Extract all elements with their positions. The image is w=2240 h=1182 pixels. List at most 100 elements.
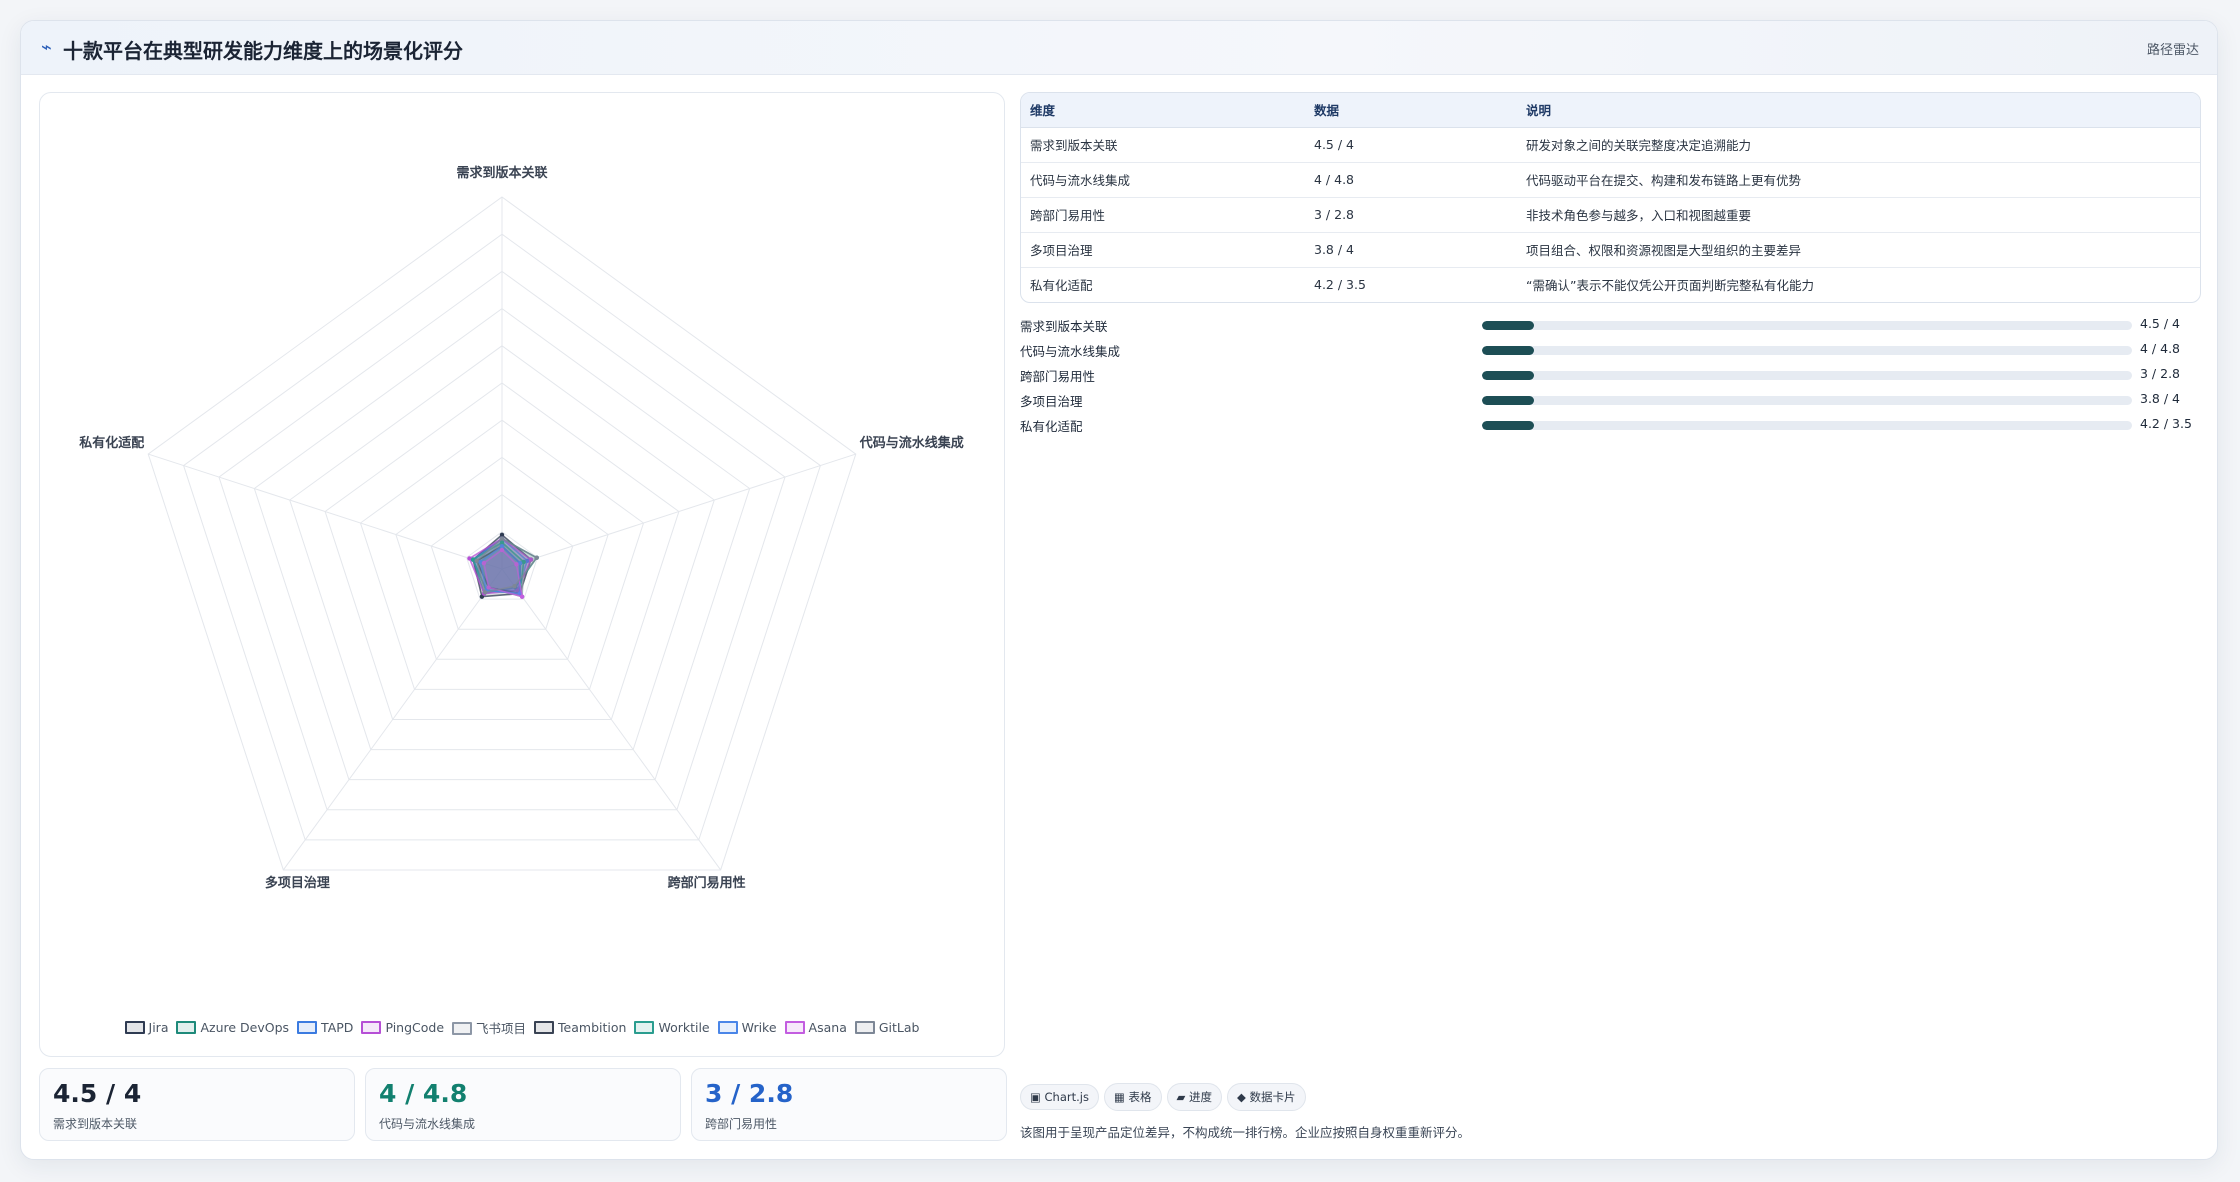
table-cell: 代码与流水线集成 — [1021, 162, 1305, 198]
progress-row: 多项目治理 3.8 / 4 — [1020, 387, 2201, 412]
progress-label: 多项目治理 — [1020, 394, 1083, 409]
component-chip[interactable]: ▰ 进度 — [1166, 1083, 1222, 1111]
chart-type-tag: 路径雷达 — [2146, 43, 2199, 58]
legend-item[interactable]: GitLab — [854, 1020, 920, 1035]
radar-chart-panel: 需求到版本关联 代码与流水线集成 跨部门易用性 多项目治理 私有化适配 Jira Azur… — [39, 92, 1005, 1057]
table-cell: 项目组合、权限和资源视图是大型组织的主要差异 — [1517, 232, 2200, 268]
kpi-label: 跨部门易用性 — [705, 1117, 778, 1131]
progress-row: 私有化适配 4.2 / 3.5 — [1020, 412, 2201, 437]
table-cell: 3 / 2.8 — [1305, 197, 1517, 233]
legend-label: Worktile — [658, 1020, 710, 1035]
legend-item[interactable]: Teambition — [534, 1020, 626, 1035]
table-header-row: 维度 数据 说明 — [1021, 93, 2200, 128]
progress-track — [1482, 371, 2132, 380]
table-header-cell: 维度 — [1021, 93, 1305, 128]
table-row: 跨部门易用性 3 / 2.8 非技术角色参与越多，入口和视图越重要 — [1021, 197, 2200, 233]
header-bar: ⌁ 十款平台在典型研发能力维度上的场景化评分 路径雷达 — [21, 21, 2217, 75]
radar-spoke — [148, 453, 503, 570]
progress-value: 4.5 / 4 — [2140, 316, 2180, 331]
radar-series-GitLab — [475, 537, 538, 594]
legend-item[interactable]: Asana — [784, 1020, 847, 1035]
component-chip[interactable]: ◆ 数据卡片 — [1227, 1083, 1306, 1111]
legend-swatch — [534, 1021, 555, 1034]
legend-item[interactable]: 飞书项目 — [452, 1018, 526, 1037]
table-cell: 多项目治理 — [1021, 232, 1305, 268]
kpi-card: 4.5 / 4 需求到版本关联 — [39, 1068, 355, 1141]
radar-point — [534, 555, 539, 560]
table-cell: 4 / 4.8 — [1305, 162, 1517, 198]
trend-line-icon: ⌁ — [41, 37, 52, 58]
legend-swatch — [784, 1021, 805, 1034]
legend-label: GitLab — [878, 1020, 920, 1035]
component-chip[interactable]: ▦ 表格 — [1103, 1083, 1162, 1111]
kpi-card: 3 / 2.8 跨部门易用性 — [691, 1068, 1007, 1141]
progress-track — [1482, 321, 2132, 330]
progress-label: 私有化适配 — [1020, 419, 1083, 434]
dimension-table: 维度 数据 说明 需求到版本关联 4.5 / 4 研发对象之间的关联完整度决定追溯能力代… — [1020, 92, 2201, 303]
kpi-value: 4.5 / 4 — [53, 1079, 142, 1108]
legend-item[interactable]: TAPD — [297, 1020, 353, 1035]
radar-axis-label: 多项目治理 — [265, 875, 330, 891]
table-cell: 需求到版本关联 — [1021, 127, 1305, 163]
table-cell: 非技术角色参与越多，入口和视图越重要 — [1517, 197, 2200, 233]
legend-label: Teambition — [558, 1020, 627, 1035]
progress-track — [1482, 396, 2132, 405]
table-header-cell: 说明 — [1517, 93, 2200, 128]
component-chip[interactable]: ▣ Chart.js — [1020, 1084, 1099, 1110]
progress-fill — [1482, 321, 1534, 330]
table-row: 需求到版本关联 4.5 / 4 研发对象之间的关联完整度决定追溯能力 — [1021, 127, 2200, 163]
legend-label: Wrike — [741, 1020, 777, 1035]
table-row: 代码与流水线集成 4 / 4.8 代码驱动平台在提交、构建和发布链路上更有优势 — [1021, 162, 2200, 198]
table-header-cell: 数据 — [1305, 93, 1517, 128]
radar-point — [519, 594, 525, 599]
table-cell: 3.8 / 4 — [1305, 232, 1517, 268]
legend-item[interactable]: Worktile — [634, 1020, 710, 1035]
legend-swatch — [717, 1021, 738, 1034]
progress-label: 跨部门易用性 — [1020, 369, 1096, 384]
table-cell: 代码驱动平台在提交、构建和发布链路上更有优势 — [1517, 162, 2200, 198]
legend-swatch — [452, 1022, 473, 1035]
component-chips: ▣ Chart.js ▦ 表格 ▰ 进度 ◆ 数据卡片 — [1020, 1083, 1311, 1111]
radar-point — [474, 558, 479, 563]
radar-point — [482, 590, 488, 595]
table-row: 私有化适配 4.2 / 3.5 “需确认”表示不能仅凭公开页面判断完整私有化能力 — [1021, 267, 2200, 302]
legend-swatch — [124, 1021, 145, 1034]
kpi-value: 4 / 4.8 — [379, 1079, 468, 1108]
radar-axis-label: 需求到版本关联 — [456, 165, 547, 181]
progress-fill — [1482, 396, 1534, 405]
progress-value: 4 / 4.8 — [2140, 341, 2180, 356]
table-cell: 研发对象之间的关联完整度决定追溯能力 — [1517, 127, 2200, 163]
radar-point — [512, 584, 517, 589]
legend-label: TAPD — [321, 1020, 354, 1035]
kpi-card: 4 / 4.8 代码与流水线集成 — [365, 1068, 681, 1141]
legend-swatch — [361, 1021, 382, 1034]
table-cell: 跨部门易用性 — [1021, 197, 1305, 233]
radar-axis-label: 私有化适配 — [79, 435, 144, 451]
radar-spoke — [501, 453, 856, 570]
radar-point — [499, 536, 505, 541]
progress-fill — [1482, 371, 1534, 380]
table-row: 多项目治理 3.8 / 4 项目组合、权限和资源视图是大型组织的主要差异 — [1021, 232, 2200, 268]
progress-label: 代码与流水线集成 — [1020, 344, 1121, 359]
legend-label: 飞书项目 — [476, 1021, 527, 1036]
progress-label: 需求到版本关联 — [1020, 319, 1108, 334]
kpi-label: 代码与流水线集成 — [379, 1117, 476, 1131]
main-card: ⌁ 十款平台在典型研发能力维度上的场景化评分 路径雷达 需求到版本关联 代码与流水… — [20, 20, 2218, 1160]
legend-label: Asana — [808, 1020, 847, 1035]
progress-row: 代码与流水线集成 4 / 4.8 — [1020, 337, 2201, 362]
progress-value: 3 / 2.8 — [2140, 366, 2180, 381]
kpi-label: 需求到版本关联 — [53, 1117, 138, 1131]
progress-fill — [1482, 421, 1534, 430]
table-cell: 4.2 / 3.5 — [1314, 277, 1366, 293]
legend-swatch — [297, 1021, 318, 1034]
legend-item[interactable]: Jira — [124, 1020, 168, 1035]
table-cell: 4.5 / 4 — [1305, 127, 1517, 163]
legend-item[interactable]: Wrike — [717, 1020, 777, 1035]
progress-list: 需求到版本关联 4.5 / 4 代码与流水线集成 4 / 4.8 跨部门易用性 3 / 2… — [1020, 312, 2201, 437]
table-cell: “需确认”表示不能仅凭公开页面判断完整私有化能力 — [1526, 278, 1814, 294]
legend-item[interactable]: Azure DevOps — [176, 1020, 289, 1035]
radar-point — [499, 532, 505, 537]
progress-value: 4.2 / 3.5 — [2140, 416, 2192, 431]
progress-row: 需求到版本关联 4.5 / 4 — [1020, 312, 2201, 337]
legend-item[interactable]: PingCode — [361, 1020, 444, 1035]
